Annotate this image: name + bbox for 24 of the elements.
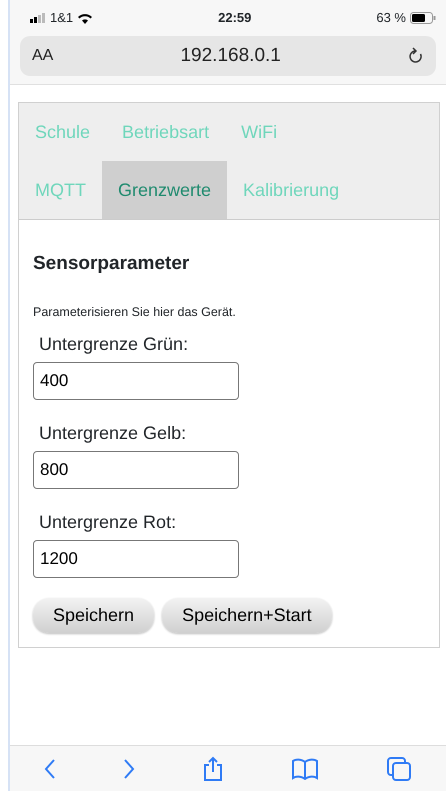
section-heading: Sensorparameter — [33, 252, 190, 276]
input-field[interactable]: 400 — [33, 362, 239, 400]
description-text: Parameterisieren Sie hier das Gerät. — [33, 304, 237, 320]
url-text[interactable]: 192.168.0.1 — [53, 42, 408, 70]
battery-percent: 63 % — [376, 9, 406, 28]
input-field[interactable]: 800 — [33, 451, 239, 490]
share-icon[interactable] — [202, 756, 224, 782]
save-button[interactable]: Speichern+Start — [162, 598, 332, 634]
text-size-button[interactable]: AA — [32, 44, 54, 68]
field-label: Untergrenze Gelb: — [39, 422, 188, 446]
field-label: Untergrenze Grün: — [39, 333, 190, 356]
bookmarks-icon[interactable] — [291, 758, 320, 780]
reload-icon[interactable] — [408, 47, 424, 65]
field-label: Untergrenze Rot: — [39, 511, 178, 534]
signal-icon — [30, 13, 46, 23]
save-button[interactable]: Speichern — [33, 598, 154, 634]
tabs-icon[interactable] — [386, 756, 412, 782]
back-icon[interactable] — [44, 758, 56, 780]
forward-icon[interactable] — [122, 758, 135, 780]
clock-text: 22:59 — [218, 9, 252, 28]
wifi-icon — [77, 12, 94, 24]
carrier-text: 1&1 — [50, 9, 74, 28]
input-field[interactable]: 1200 — [33, 540, 239, 578]
battery-icon — [410, 12, 436, 24]
